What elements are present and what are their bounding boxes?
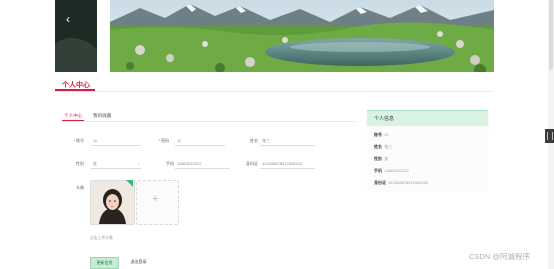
update-info-button[interactable]: 更新信息 — [90, 257, 119, 269]
tab-divider — [62, 121, 356, 122]
gender-label: 性别 — [76, 161, 84, 166]
info-row-id-card: 身份证 412345678912345222 — [374, 180, 428, 186]
chevron-left-icon[interactable]: ‹ — [62, 12, 74, 26]
info-value: 11 — [384, 132, 389, 137]
info-panel-title: 个人信息 — [374, 115, 395, 122]
logout-button[interactable]: 退出登录 — [125, 257, 152, 267]
scrollbar-thumb[interactable] — [549, 0, 553, 70]
password-field-underline — [175, 145, 225, 146]
chevron-down-icon[interactable]: ⌄ — [137, 161, 140, 166]
info-value: 女 — [384, 156, 389, 161]
account-label: * 账号 — [73, 138, 84, 143]
info-row-account: 账号 11 — [374, 132, 388, 138]
info-key: 姓名 — [374, 144, 382, 149]
page-divider — [55, 90, 493, 92]
gender-select[interactable]: 女 — [93, 161, 97, 167]
tab-profile[interactable]: 个人中心 — [64, 113, 82, 119]
password-label: * 密码 — [158, 138, 169, 143]
info-value: 13823222222 — [384, 168, 409, 173]
gender-select-underline — [91, 168, 141, 169]
plus-icon[interactable]: + — [152, 193, 158, 205]
account-field-underline — [91, 145, 141, 146]
name-field[interactable]: 张三 — [262, 138, 270, 144]
side-toggle-tab[interactable] — [545, 129, 554, 143]
id-card-field-underline — [260, 168, 315, 169]
info-value: 412345678912345222 — [388, 180, 429, 185]
id-card-label: 身份证 — [246, 161, 258, 166]
id-card-field[interactable]: 412345678912345222 — [262, 161, 302, 166]
tab-favorites[interactable]: 我的收藏 — [93, 113, 111, 119]
info-key: 账号 — [374, 132, 382, 137]
landscape-banner — [110, 0, 494, 72]
info-key: 性别 — [374, 156, 382, 161]
phone-field[interactable]: 13823222222 — [177, 161, 201, 166]
info-key: 手机 — [374, 168, 382, 173]
avatar-label: 头像 — [76, 185, 84, 190]
avatar — [91, 181, 134, 224]
phone-label: 手机 — [166, 161, 174, 166]
upload-hint: 点击上传头像 — [90, 236, 113, 240]
phone-field-underline — [175, 168, 230, 169]
name-label: 姓名 — [250, 138, 258, 143]
account-field[interactable]: 11 — [93, 138, 97, 143]
banner-prev-slide — [55, 0, 97, 72]
watermark: CSDN @阿诚程序 — [469, 252, 530, 261]
avatar-preview[interactable] — [90, 180, 135, 225]
info-row-name: 姓名 张三 — [374, 144, 392, 150]
password-field[interactable]: 11 — [177, 138, 181, 143]
info-row-gender: 性别 女 — [374, 156, 388, 162]
name-field-underline — [260, 145, 315, 146]
info-row-phone: 手机 13823222222 — [374, 168, 409, 174]
info-value: 张三 — [384, 144, 393, 149]
info-key: 身份证 — [374, 180, 386, 185]
banner-image — [110, 0, 494, 72]
